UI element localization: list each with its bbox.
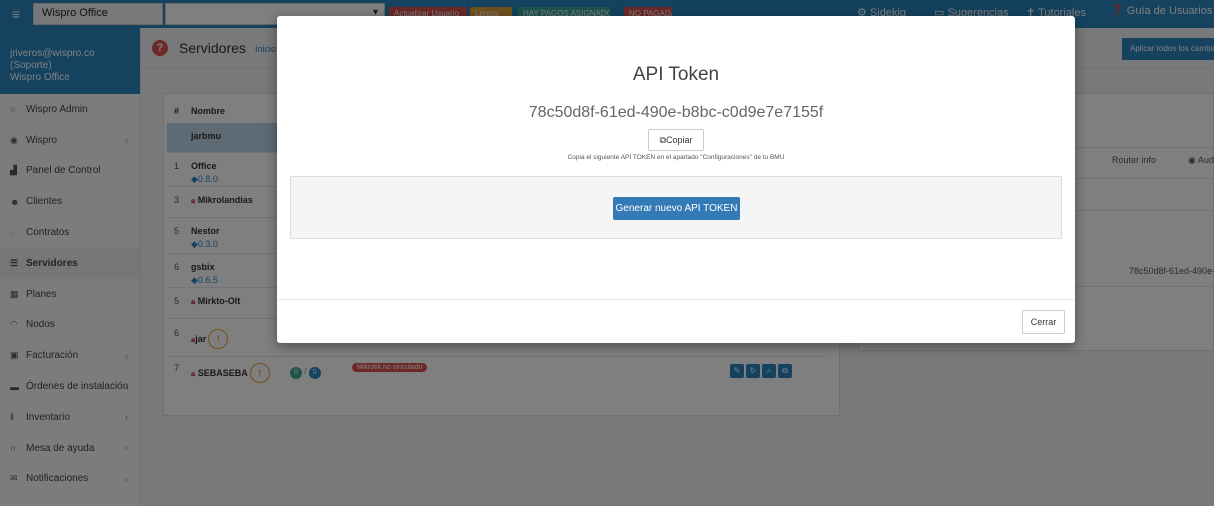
modal-title: API Token [632,64,720,85]
generate-well: Generar nuevo API TOKEN [290,176,1062,239]
close-button[interactable]: Cerrar [1022,310,1065,334]
api-token-value: 78c50d8f-61ed-490e-b8bc-c0d9e7e7155f [528,104,824,121]
api-token-modal: API Token 78c50d8f-61ed-490e-b8bc-c0d9e7… [277,16,1075,343]
modal-footer-divider [277,299,1075,300]
generate-token-button[interactable]: Generar nuevo API TOKEN [613,197,740,220]
copy-hint: Copia el siguiente API TOKEN en el apart… [567,154,785,161]
copy-button[interactable]: ⧉Copiar [648,129,704,151]
